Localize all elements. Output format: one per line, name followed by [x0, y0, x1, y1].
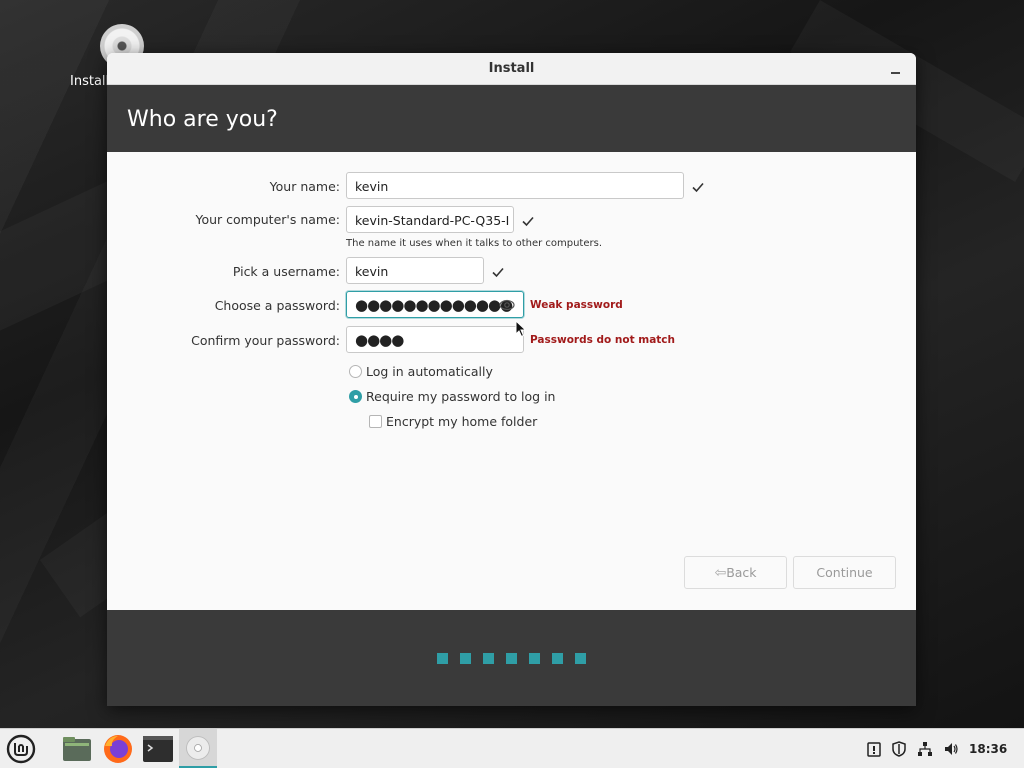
progress-step: [437, 653, 448, 664]
encrypt-home-label[interactable]: Encrypt my home folder: [386, 414, 537, 429]
firefox-launcher[interactable]: [101, 732, 135, 766]
progress-step: [506, 653, 517, 664]
shield-icon[interactable]: [891, 741, 907, 757]
installer-window: Install Who are you? Your name: kevin Yo…: [107, 53, 916, 706]
update-manager-icon[interactable]: [866, 741, 882, 757]
progress-step: [460, 653, 471, 664]
window-title: Install: [488, 61, 535, 76]
your-name-input[interactable]: kevin: [346, 172, 684, 199]
disc-icon: [186, 736, 210, 760]
firefox-icon: [104, 735, 132, 763]
computer-name-input[interactable]: kevin-Standard-PC-Q35-I: [346, 206, 514, 233]
your-name-label: Your name:: [269, 179, 340, 194]
back-button-label: Back: [726, 565, 757, 580]
terminal-launcher[interactable]: [141, 732, 175, 766]
username-valid-check-icon: [491, 264, 505, 278]
username-label: Pick a username:: [232, 264, 340, 279]
network-icon[interactable]: [917, 741, 933, 757]
progress-step: [483, 653, 494, 664]
auto-login-radio[interactable]: [349, 365, 362, 378]
show-password-eye-icon[interactable]: [499, 297, 515, 313]
titlebar[interactable]: Install: [107, 53, 916, 85]
progress-step: [575, 653, 586, 664]
progress-band: [107, 610, 916, 706]
password-label: Choose a password:: [214, 298, 340, 313]
terminal-icon: [143, 736, 173, 762]
confirm-password-dots: ●●●●: [355, 331, 404, 349]
progress-step: [529, 653, 540, 664]
encrypt-home-checkbox[interactable]: [369, 415, 382, 428]
taskbar-installer-window[interactable]: [179, 729, 217, 768]
password-dots: ●●●●●●●●●●●●●: [355, 296, 513, 314]
page-title: Who are you?: [127, 107, 278, 132]
back-arrow-icon: ⇦: [714, 565, 727, 581]
computer-name-label: Your computer's name:: [195, 212, 340, 227]
volume-icon[interactable]: [943, 741, 959, 757]
auto-login-label[interactable]: Log in automatically: [366, 364, 493, 379]
name-valid-check-icon: [691, 179, 705, 193]
password-input[interactable]: ●●●●●●●●●●●●●: [346, 291, 524, 318]
files-launcher[interactable]: [60, 732, 94, 766]
progress-step: [552, 653, 563, 664]
continue-button[interactable]: Continue: [793, 556, 896, 589]
username-input[interactable]: kevin: [346, 257, 484, 284]
desktop-icon-label: Install: [70, 74, 110, 89]
folder-icon: [63, 737, 91, 761]
require-password-radio[interactable]: [349, 390, 362, 403]
taskbar: 18:36: [0, 728, 1024, 768]
computer-name-valid-check-icon: [521, 213, 535, 227]
form-area: Your name: kevin Your computer's name: k…: [107, 152, 916, 610]
require-password-label[interactable]: Require my password to log in: [366, 389, 555, 404]
password-mismatch-warning: Passwords do not match: [530, 334, 676, 346]
header-band: Who are you?: [107, 85, 916, 152]
computer-name-hint: The name it uses when it talks to other …: [346, 238, 603, 249]
mint-logo-icon: [6, 734, 36, 764]
confirm-password-label: Confirm your password:: [191, 333, 340, 348]
back-button[interactable]: ⇦Back: [684, 556, 787, 589]
mouse-cursor-icon: [515, 319, 527, 338]
minimize-button[interactable]: [886, 59, 906, 79]
confirm-password-input[interactable]: ●●●●: [346, 326, 524, 353]
weak-password-warning: Weak password: [530, 299, 623, 311]
clock[interactable]: 18:36: [969, 742, 1007, 756]
menu-button[interactable]: [4, 732, 38, 766]
